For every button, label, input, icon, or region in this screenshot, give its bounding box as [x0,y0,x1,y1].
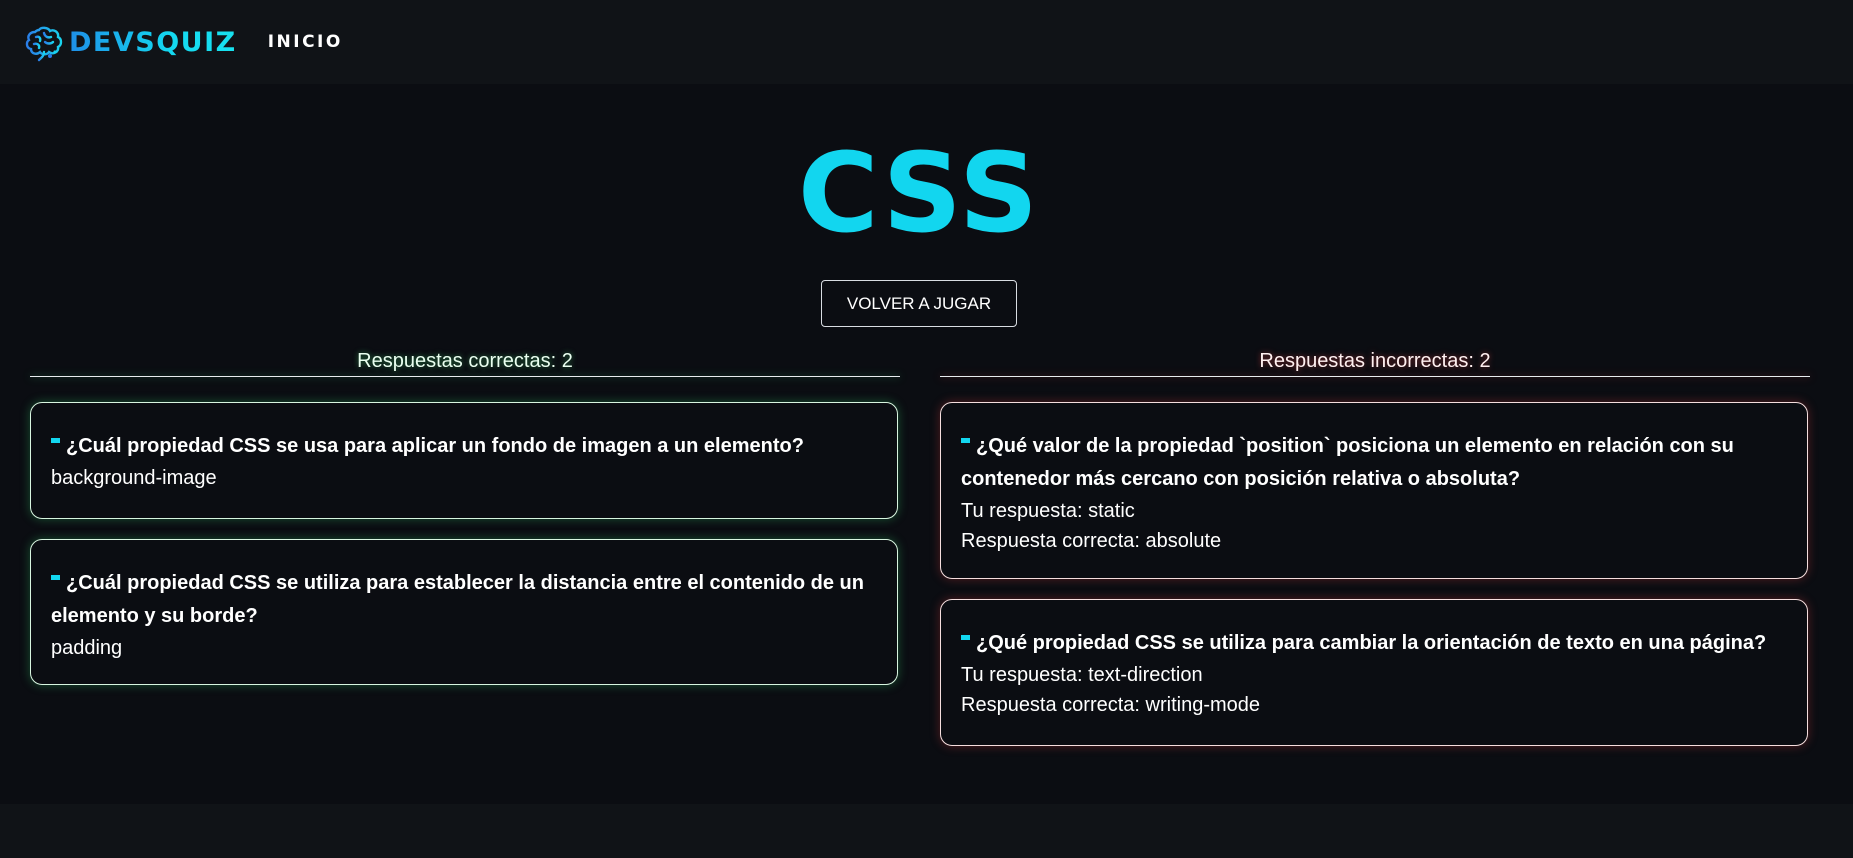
incorrect-answer-card: ¿Qué propiedad CSS se utiliza para cambi… [940,599,1808,746]
page-title: CSS [797,129,1041,257]
correct-answer-text: Respuesta correcta: writing-mode [961,694,1261,716]
divider [940,376,1810,377]
incorrect-answers-header: Respuestas incorrectas: 2 [1259,350,1491,372]
question-text: ¿Cuál propiedad CSS se usa para aplicar … [51,430,877,463]
brand-logo[interactable]: DEVSQUIZ [24,22,237,62]
correct-answer-text: Respuesta correcta: absolute [961,530,1222,552]
bullet-marker [961,438,970,443]
your-answer-text: Tu respuesta: text-direction [961,664,1203,686]
correct-answer-card: ¿Cuál propiedad CSS se usa para aplicar … [30,402,898,519]
answer-text: padding [51,637,123,659]
correct-answers-header: Respuestas correctas: 2 [357,350,573,372]
question-text: ¿Qué propiedad CSS se utiliza para cambi… [961,627,1787,660]
your-answer-text: Tu respuesta: static [961,500,1135,522]
results-main: CSS VOLVER A JUGAR Respuestas correctas:… [0,84,1853,804]
nav-link-inicio[interactable]: INICIO [268,32,343,52]
correct-answer-card: ¿Cuál propiedad CSS se utiliza para esta… [30,539,898,685]
brain-icon [24,22,64,62]
bullet-marker [961,635,970,640]
question-text: ¿Cuál propiedad CSS se utiliza para esta… [51,572,864,627]
brand-name: DEVSQUIZ [69,26,237,58]
incorrect-answer-card: ¿Qué valor de la propiedad `position` po… [940,402,1808,579]
incorrect-answers-column: Respuestas incorrectas: 2 ¿Qué valor de … [940,348,1810,746]
correct-answers-column: Respuestas correctas: 2 ¿Cuál propiedad … [30,348,900,685]
bullet-marker [51,575,60,580]
answer-text: background-image [51,467,217,489]
top-navbar: DEVSQUIZ INICIO [0,0,1853,84]
question-text: ¿Qué valor de la propiedad `position` po… [961,435,1734,490]
divider [30,376,900,377]
play-again-button[interactable]: VOLVER A JUGAR [821,280,1017,327]
bullet-marker [51,438,60,443]
footer [0,804,1853,858]
